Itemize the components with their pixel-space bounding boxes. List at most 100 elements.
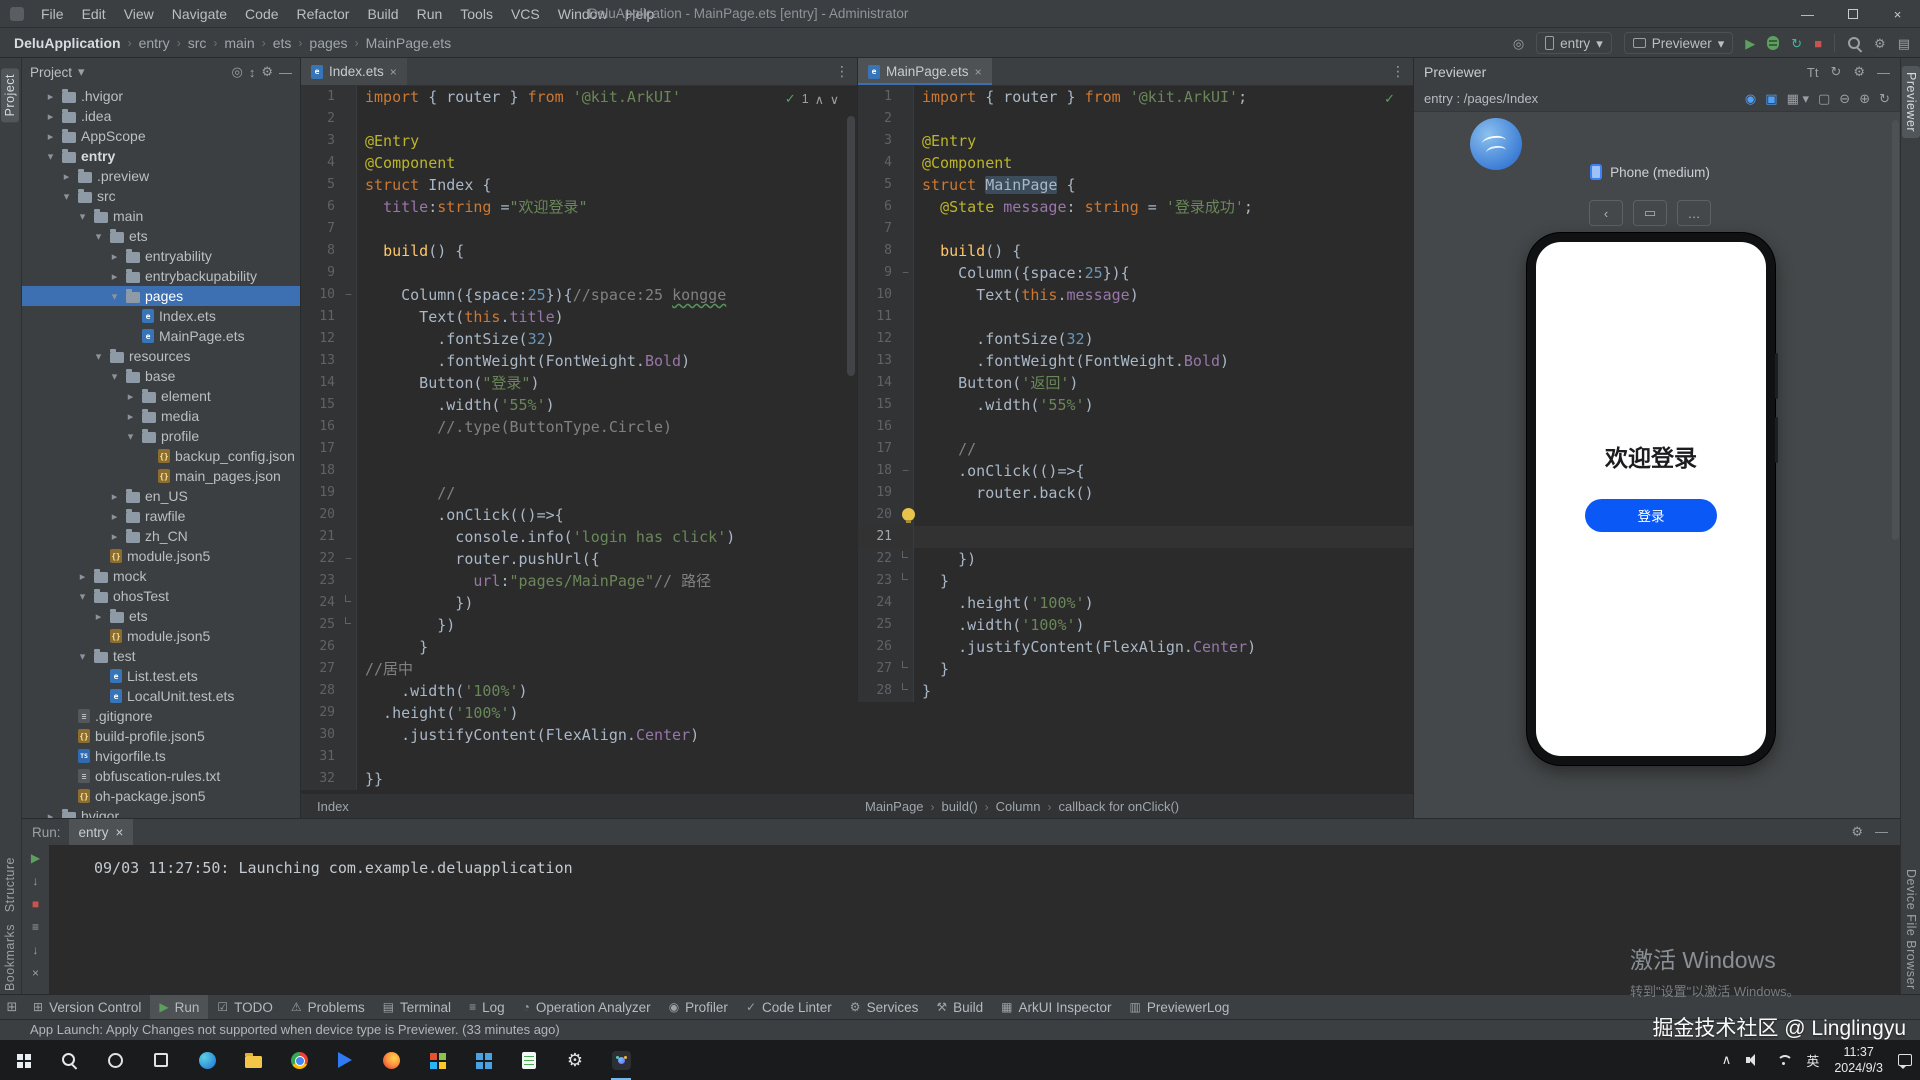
tree-item-oh-package-json5[interactable]: {} oh-package.json5 — [22, 786, 300, 806]
menu-item-tools[interactable]: Tools — [451, 0, 502, 27]
start-icon[interactable] — [0, 1040, 46, 1080]
deveco-icon[interactable] — [598, 1040, 644, 1080]
hide-panel-icon[interactable]: — — [1877, 65, 1890, 80]
line-number[interactable]: 6 — [301, 196, 341, 218]
search-icon[interactable] — [46, 1040, 92, 1080]
line-number[interactable]: 5 — [301, 174, 341, 196]
line-number[interactable]: 12 — [301, 328, 341, 350]
line-number[interactable]: 20 — [858, 504, 898, 526]
line-number[interactable]: 21 — [301, 526, 341, 548]
close-icon[interactable]: × — [1875, 0, 1920, 28]
line-number[interactable]: 9 — [301, 262, 341, 284]
menu-item-build[interactable]: Build — [358, 0, 407, 27]
network-icon[interactable] — [1776, 1054, 1794, 1066]
code-line[interactable]: 3 @Entry — [858, 130, 1413, 152]
intention-bulb-icon[interactable] — [902, 508, 915, 523]
home-button[interactable]: ▭ — [1633, 200, 1667, 226]
code-line[interactable]: 6 title:string ="欢迎登录" — [301, 196, 857, 218]
code-line[interactable]: 1 import { router } from '@kit.ArkUI' — [301, 86, 857, 108]
tree-item-entryability[interactable]: ▸ entryability — [22, 246, 300, 266]
chevron-right-icon[interactable]: ▸ — [60, 170, 73, 183]
line-number[interactable]: 9 — [858, 262, 898, 284]
breadcrumb-item-callback-for-onclick[interactable]: callback for onClick() — [1058, 799, 1179, 814]
line-number[interactable]: 15 — [301, 394, 341, 416]
tree-item-mock[interactable]: ▸ mock — [22, 566, 300, 586]
tree-item-hvigorfile-ts[interactable]: TS hvigorfile.ts — [22, 746, 300, 766]
tab-options-icon[interactable]: ⋮ — [1391, 63, 1405, 80]
code-line[interactable]: 7 — [301, 218, 857, 240]
input-method-indicator[interactable]: 英 — [1806, 1051, 1819, 1070]
appstore-icon[interactable] — [414, 1040, 460, 1080]
tree-item-src[interactable]: ▾ src — [22, 186, 300, 206]
line-number[interactable]: 19 — [858, 482, 898, 504]
breadcrumb-item-pages[interactable]: pages — [309, 35, 347, 51]
code-line[interactable]: 14 Button('返回') — [858, 372, 1413, 394]
toolwindow-version-control[interactable]: ⊞ Version Control — [24, 995, 150, 1019]
breadcrumb-item-deluapplication[interactable]: DeluApplication — [14, 35, 121, 51]
tree-item-media[interactable]: ▸ media — [22, 406, 300, 426]
fold-marker-icon[interactable]: − — [341, 548, 357, 570]
code-line[interactable]: 31 — [301, 746, 857, 768]
line-number[interactable]: 19 — [301, 482, 341, 504]
code-line[interactable]: 27 } — [858, 658, 1413, 680]
tree-item-rawfile[interactable]: ▸ rawfile — [22, 506, 300, 526]
tree-item-ets[interactable]: ▸ ets — [22, 606, 300, 626]
code-line[interactable]: 23 } — [858, 570, 1413, 592]
tree-item-hvigor[interactable]: ▸ .hvigor — [22, 86, 300, 106]
toolwindow-log[interactable]: ≡ Log — [460, 995, 514, 1019]
tab-mainpage-ets[interactable]: e MainPage.ets × — [858, 58, 992, 85]
line-number[interactable]: 20 — [301, 504, 341, 526]
breadcrumb-item-entry[interactable]: entry — [139, 35, 170, 51]
fold-marker-icon[interactable]: − — [898, 460, 914, 482]
line-number[interactable]: 31 — [301, 746, 341, 768]
toolwindow-profiler[interactable]: ◉ Profiler — [660, 995, 737, 1019]
code-line[interactable]: 13 .fontWeight(FontWeight.Bold) — [858, 350, 1413, 372]
code-line[interactable]: 2 — [301, 108, 857, 130]
maximize-icon[interactable] — [1830, 0, 1875, 28]
settings-gear-icon[interactable]: ⚙ — [261, 64, 273, 80]
code-line[interactable]: 32}} — [301, 768, 857, 790]
tree-item-base[interactable]: ▾ base — [22, 366, 300, 386]
code-line[interactable]: 25 .width('100%') — [858, 614, 1413, 636]
tree-item-index-ets[interactable]: e Index.ets — [22, 306, 300, 326]
line-number[interactable]: 7 — [301, 218, 341, 240]
line-number[interactable]: 18 — [858, 460, 898, 482]
rotate-icon[interactable]: ↻ — [1879, 91, 1890, 107]
chevron-right-icon[interactable]: ▸ — [76, 570, 89, 583]
code-line[interactable]: 19 // — [301, 482, 857, 504]
line-number[interactable]: 1 — [301, 86, 341, 108]
line-number[interactable]: 27 — [301, 658, 341, 680]
code-line[interactable]: 1 import { router } from '@kit.ArkUI'; — [858, 86, 1413, 108]
code-line[interactable]: 9 — [301, 262, 857, 284]
tree-item-resources[interactable]: ▾ resources — [22, 346, 300, 366]
chevron-down-icon[interactable]: ▾ — [44, 150, 57, 163]
line-number[interactable]: 4 — [858, 152, 898, 174]
code-line[interactable]: 16 //.type(ButtonType.Circle) — [301, 416, 857, 438]
tree-item-entrybackupability[interactable]: ▸ entrybackupability — [22, 266, 300, 286]
code-line[interactable]: 8 build() { — [301, 240, 857, 262]
menu-item-view[interactable]: View — [115, 0, 163, 27]
run-button[interactable]: ▶ — [1745, 37, 1755, 50]
menu-item-file[interactable]: File — [32, 0, 73, 27]
chevron-right-icon[interactable]: ▸ — [92, 610, 105, 623]
code-line[interactable]: 11 Text(this.title) — [301, 306, 857, 328]
line-number[interactable]: 14 — [301, 372, 341, 394]
stop-button[interactable]: ■ — [1814, 37, 1822, 50]
chevron-right-icon[interactable]: ▸ — [124, 390, 137, 403]
code-line[interactable]: 27 //居中 — [301, 658, 857, 680]
minimize-icon[interactable]: — — [1785, 0, 1830, 28]
code-line[interactable]: 16 — [858, 416, 1413, 438]
line-number[interactable]: 23 — [301, 570, 341, 592]
fold-marker-icon[interactable]: − — [898, 262, 914, 284]
device-manager-icon[interactable]: ◎ — [1513, 37, 1524, 50]
tree-item-backup-config-json[interactable]: {} backup_config.json — [22, 446, 300, 466]
chevron-down-icon[interactable]: ▾ — [108, 370, 121, 383]
grid-view-icon[interactable]: ▦ ▾ — [1787, 91, 1809, 107]
volume-icon[interactable] — [1746, 1054, 1761, 1066]
chevron-right-icon[interactable]: ▸ — [44, 810, 57, 819]
breadcrumb-item-src[interactable]: src — [188, 35, 207, 51]
hide-panel-icon[interactable]: — — [279, 65, 292, 80]
code-line[interactable]: 15 .width('55%') — [858, 394, 1413, 416]
line-number[interactable]: 3 — [301, 130, 341, 152]
chevron-down-icon[interactable]: ▾ — [92, 230, 105, 243]
